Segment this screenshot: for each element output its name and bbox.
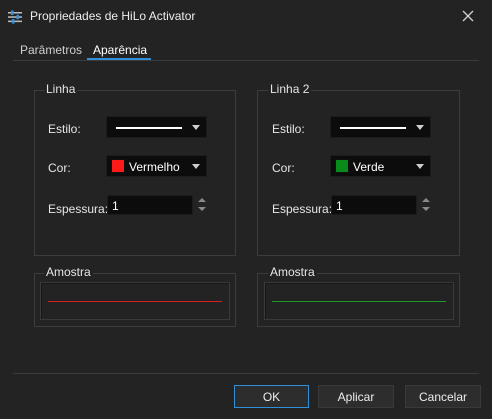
sliders-icon (7, 9, 23, 25)
cor-dropdown[interactable]: Vermelho (106, 155, 207, 177)
espessura-label: Espessura: (48, 202, 109, 216)
cor2-value: Verde (353, 160, 385, 174)
arrow-up-icon[interactable] (198, 198, 206, 202)
close-icon (462, 10, 474, 25)
chevron-down-icon (192, 164, 200, 169)
footer-divider (13, 373, 479, 374)
line-style-sample (116, 127, 182, 129)
cor-label: Cor: (48, 161, 71, 175)
amostra-preview (40, 282, 230, 320)
cor2-label: Cor: (272, 161, 295, 175)
amostra2-group-label: Amostra (268, 265, 317, 279)
color-swatch (335, 159, 349, 173)
estilo-dropdown[interactable] (106, 116, 207, 138)
estilo-label: Estilo: (48, 122, 81, 136)
estilo2-label: Estilo: (272, 122, 305, 136)
chevron-down-icon (192, 125, 200, 130)
sample-line (48, 301, 222, 302)
tab-parametros[interactable]: Parâmetros (20, 43, 82, 57)
cor-value: Vermelho (129, 160, 180, 174)
arrow-down-icon[interactable] (198, 207, 206, 211)
tab-aparencia[interactable]: Aparência (93, 43, 147, 57)
espessura-stepper[interactable] (197, 195, 207, 215)
linha-group-label: Linha (44, 82, 78, 96)
estilo2-dropdown[interactable] (330, 116, 431, 138)
espessura2-label: Espessura: (272, 202, 333, 216)
espessura2-stepper[interactable] (421, 195, 431, 215)
espessura-input[interactable]: 1 (107, 195, 193, 215)
espessura2-value: 1 (336, 199, 343, 213)
amostra-group-label: Amostra (44, 265, 93, 279)
linha2-group-label: Linha 2 (268, 82, 312, 96)
tabs-divider (13, 60, 479, 61)
amostra2-preview (264, 282, 454, 320)
arrow-down-icon[interactable] (422, 207, 430, 211)
arrow-up-icon[interactable] (422, 198, 430, 202)
sample-line (272, 301, 446, 302)
cancel-button[interactable]: Cancelar (405, 385, 481, 408)
chevron-down-icon (416, 125, 424, 130)
close-button[interactable] (456, 6, 480, 28)
apply-button[interactable]: Aplicar (318, 385, 394, 408)
espessura-value: 1 (112, 199, 119, 213)
espessura2-input[interactable]: 1 (331, 195, 417, 215)
cor2-dropdown[interactable]: Verde (330, 155, 431, 177)
chevron-down-icon (416, 164, 424, 169)
line-style-sample (340, 127, 406, 129)
color-swatch (111, 159, 125, 173)
window-title: Propriedades de HiLo Activator (30, 9, 196, 23)
ok-button[interactable]: OK (234, 385, 309, 408)
